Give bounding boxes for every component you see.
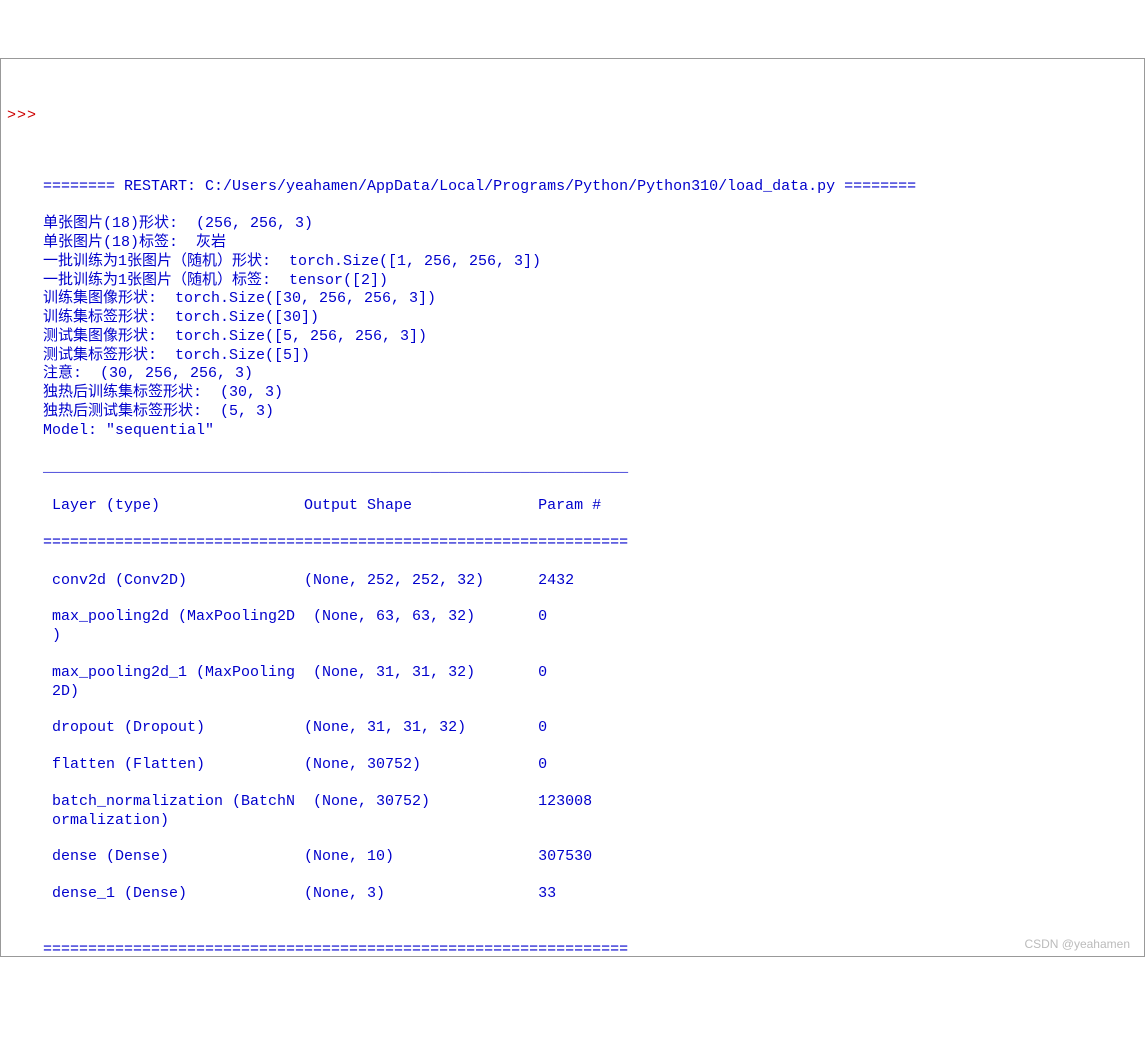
table-header: Layer (type) Output Shape Param # bbox=[43, 497, 1136, 516]
output-line: 一批训练为1张图片（随机）形状: torch.Size([1, 256, 256… bbox=[43, 253, 1136, 272]
table-row: dense (Dense) (None, 10) 307530 bbox=[43, 848, 1136, 867]
output-line: 独热后测试集标签形状: (5, 3) bbox=[43, 403, 1136, 422]
table-row: max_pooling2d_1 (MaxPooling (None, 31, 3… bbox=[43, 664, 1136, 683]
output-line: Model: "sequential" bbox=[43, 422, 1136, 441]
idle-shell-window: >>> ======== RESTART: C:/Users/yeahamen/… bbox=[0, 58, 1145, 957]
table-row: max_pooling2d (MaxPooling2D (None, 63, 6… bbox=[43, 608, 1136, 627]
preamble-block: 单张图片(18)形状: (256, 256, 3)单张图片(18)标签: 灰岩一… bbox=[43, 215, 1136, 440]
output-line: 一批训练为1张图片（随机）标签: tensor([2]) bbox=[43, 272, 1136, 291]
watermark-text: CSDN @yeahamen bbox=[1024, 937, 1130, 952]
table-row: flatten (Flatten) (None, 30752) 0 bbox=[43, 756, 1136, 775]
model-summary-table: conv2d (Conv2D) (None, 252, 252, 32) 243… bbox=[43, 572, 1136, 922]
table-row bbox=[43, 775, 1136, 793]
separator-thick: ========================================… bbox=[43, 941, 1136, 958]
output-line: 测试集图像形状: torch.Size([5, 256, 256, 3]) bbox=[43, 328, 1136, 347]
output-line: 测试集标签形状: torch.Size([5]) bbox=[43, 347, 1136, 366]
table-row: batch_normalization (BatchN (None, 30752… bbox=[43, 793, 1136, 812]
output-line: 独热后训练集标签形状: (30, 3) bbox=[43, 384, 1136, 403]
separator-thin: ________________________________________… bbox=[43, 459, 1136, 478]
output-line: 单张图片(18)标签: 灰岩 bbox=[43, 234, 1136, 253]
output-area: ======== RESTART: C:/Users/yeahamen/AppD… bbox=[43, 159, 1136, 957]
shell-content[interactable]: >>> ======== RESTART: C:/Users/yeahamen/… bbox=[1, 97, 1144, 958]
output-line: 注意: (30, 256, 256, 3) bbox=[43, 365, 1136, 384]
table-row bbox=[43, 701, 1136, 719]
output-line: 单张图片(18)形状: (256, 256, 3) bbox=[43, 215, 1136, 234]
separator-thick: ========================================… bbox=[43, 534, 1136, 553]
table-row: 2D) bbox=[43, 683, 1136, 702]
table-row: dense_1 (Dense) (None, 3) 33 bbox=[43, 885, 1136, 904]
table-row bbox=[43, 590, 1136, 608]
table-row: dropout (Dropout) (None, 31, 31, 32) 0 bbox=[43, 719, 1136, 738]
restart-line: ======== RESTART: C:/Users/yeahamen/AppD… bbox=[43, 178, 1136, 197]
table-row bbox=[43, 904, 1136, 922]
table-row bbox=[43, 646, 1136, 664]
table-row bbox=[43, 867, 1136, 885]
table-row: ) bbox=[43, 627, 1136, 646]
table-row bbox=[43, 738, 1136, 756]
output-line: 训练集图像形状: torch.Size([30, 256, 256, 3]) bbox=[43, 290, 1136, 309]
prompt-marker: >>> bbox=[7, 107, 37, 126]
table-row: conv2d (Conv2D) (None, 252, 252, 32) 243… bbox=[43, 572, 1136, 591]
output-line: 训练集标签形状: torch.Size([30]) bbox=[43, 309, 1136, 328]
table-row bbox=[43, 830, 1136, 848]
table-row: ormalization) bbox=[43, 812, 1136, 831]
